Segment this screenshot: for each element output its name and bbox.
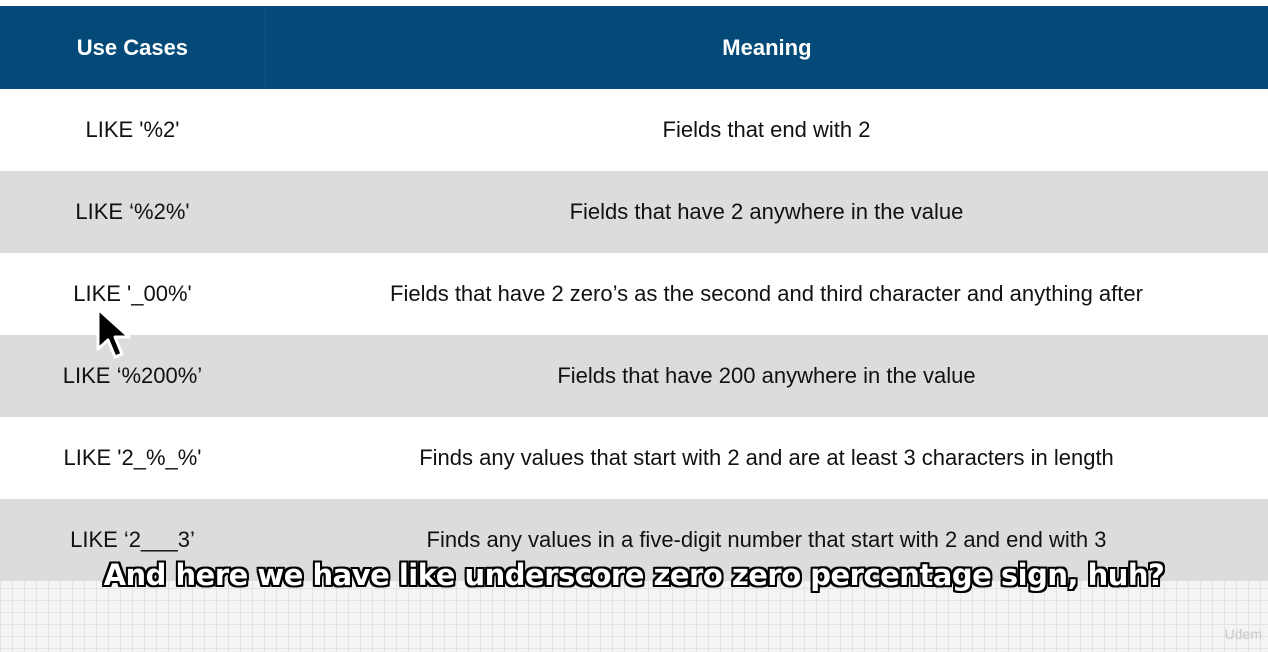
table-row: LIKE ‘%200%’ Fields that have 200 anywhe…: [0, 335, 1268, 417]
mouse-pointer-icon: [96, 307, 131, 359]
header-use-cases: Use Cases: [0, 6, 266, 89]
video-subtitle: And here we have like underscore zero ze…: [103, 558, 1165, 592]
udemy-watermark: Udem: [1224, 626, 1262, 642]
meaning-cell: Finds any values that start with 2 and a…: [419, 445, 1114, 470]
header-meaning: Meaning: [722, 34, 812, 60]
table-row: LIKE '2_%_%' Finds any values that start…: [0, 417, 1268, 499]
meaning-cell: Fields that end with 2: [662, 117, 871, 142]
table-header-row: Use Cases Meaning: [0, 6, 1268, 89]
use-case-cell: LIKE '2_%_%': [63, 445, 202, 470]
use-case-cell: LIKE ‘%2%': [75, 199, 190, 224]
meaning-cell: Fields that have 200 anywhere in the val…: [557, 363, 976, 388]
meaning-cell: Fields that have 2 zero’s as the second …: [390, 281, 1143, 306]
table-row: LIKE '%2' Fields that end with 2: [0, 89, 1268, 171]
table-row: LIKE '_00%' Fields that have 2 zero’s as…: [0, 253, 1268, 335]
use-case-cell: LIKE '%2': [85, 117, 180, 142]
meaning-cell: Fields that have 2 anywhere in the value: [569, 199, 964, 224]
table-row: LIKE ‘%2%' Fields that have 2 anywhere i…: [0, 171, 1268, 253]
like-use-cases-table: Use Cases Meaning LIKE '%2' Fields that …: [0, 6, 1268, 581]
